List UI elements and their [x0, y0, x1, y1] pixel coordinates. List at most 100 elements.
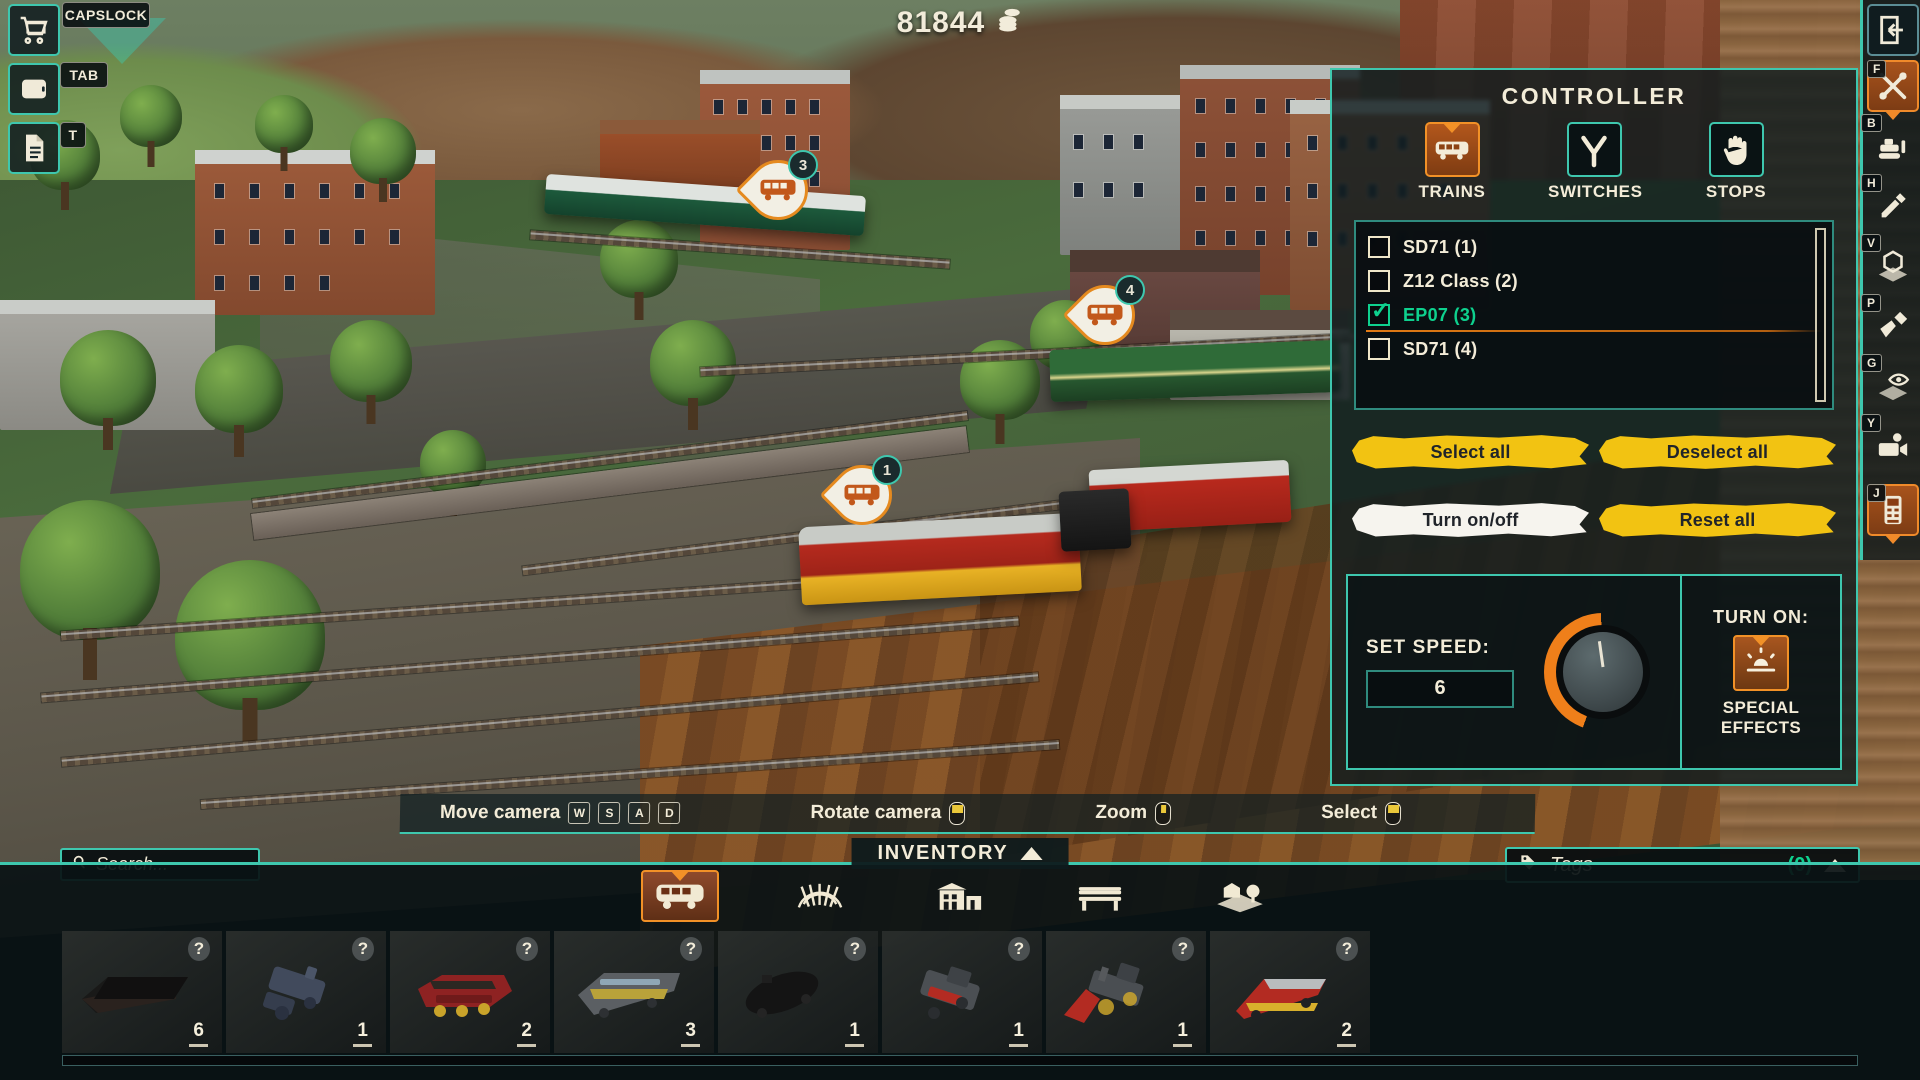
exit-door-icon[interactable] — [1867, 4, 1919, 56]
item-count: 6 — [189, 1020, 208, 1047]
unknown-badge[interactable]: ? — [352, 937, 374, 961]
money-counter: 81844 — [0, 6, 1920, 40]
unknown-badge[interactable]: ? — [680, 937, 702, 961]
caret-up-icon[interactable] — [1020, 847, 1043, 860]
sunburst-icon[interactable] — [1733, 634, 1789, 691]
inventory-slot[interactable]: ? 1 — [226, 931, 386, 1053]
train-list-item[interactable]: SD71 (1) — [1366, 230, 1822, 264]
train-marker-4[interactable]: 4 — [1062, 272, 1148, 365]
tab-trains[interactable]: TRAINS — [1406, 122, 1498, 202]
select-all-button[interactable]: Select all — [1352, 432, 1589, 472]
key-hint: H — [1861, 174, 1882, 192]
speed-section[interactable]: SET SPEED: 6 — [1346, 574, 1682, 770]
tools-wrench-screwdriver-icon[interactable]: F — [1867, 60, 1919, 112]
inventory-slot[interactable]: ? 1 — [1046, 931, 1206, 1053]
key-hint: J — [1867, 484, 1886, 502]
train-label: Z12 Class (2) — [1403, 270, 1518, 291]
controller-actions[interactable]: Select all Deselect all Turn on/off Rese… — [1352, 432, 1836, 540]
controller-tabs[interactable]: TRAINS SWITCHES STOPS — [1332, 116, 1856, 206]
train-list-item[interactable]: EP07 (3) — [1366, 298, 1822, 332]
eyedropper-icon[interactable]: H — [1861, 174, 1920, 236]
inventory-panel[interactable]: INVENTORY ? 6 ? 1 ? 2 ? 3 ? 1 ? 1 ? 1 ? … — [0, 838, 1920, 1080]
unknown-badge[interactable]: ? — [1172, 937, 1194, 961]
marker-number: 3 — [788, 150, 818, 180]
tab-switches[interactable]: SWITCHES — [1548, 122, 1642, 202]
train-marker-3[interactable]: 3 — [735, 147, 821, 240]
speed-knob[interactable] — [1544, 613, 1662, 731]
roof — [0, 300, 215, 314]
train-black-hopper-car[interactable] — [1058, 488, 1132, 552]
inventory-slot[interactable]: ? 6 — [62, 931, 222, 1053]
inventory-category-trains[interactable] — [641, 870, 719, 922]
inventory-slot[interactable]: ? 2 — [390, 931, 550, 1053]
bulldozer-icon[interactable]: B — [1861, 114, 1920, 176]
marker-number: 4 — [1115, 275, 1145, 305]
train-icon — [758, 174, 798, 202]
checkbox[interactable] — [1368, 338, 1390, 360]
roof — [700, 70, 850, 84]
unknown-badge[interactable]: ? — [1008, 937, 1030, 961]
speed-input[interactable]: 6 — [1366, 669, 1514, 708]
tree — [600, 220, 678, 320]
inventory-category-landscape[interactable] — [1201, 870, 1279, 922]
inventory-scrollbar[interactable] — [62, 1055, 1858, 1066]
tree — [20, 500, 160, 680]
train-icon — [1085, 299, 1125, 327]
tree — [195, 345, 283, 457]
inventory-slot[interactable]: ? 2 — [1210, 931, 1370, 1053]
special-effects-label: SPECIAL EFFECTS — [1720, 697, 1802, 737]
remote-controller-icon[interactable]: J — [1867, 484, 1919, 536]
checkbox[interactable] — [1368, 299, 1390, 326]
inventory-category-tracks[interactable] — [781, 870, 859, 922]
inventory-slot[interactable]: ? 3 — [554, 931, 714, 1053]
knob-dial[interactable] — [1556, 625, 1650, 719]
turn-on-off-button[interactable]: Turn on/off — [1352, 500, 1589, 540]
special-effects-section[interactable]: TURN ON: SPECIAL EFFECTS — [1682, 574, 1842, 770]
document-icon[interactable] — [8, 122, 60, 174]
unknown-badge[interactable]: ? — [844, 937, 866, 961]
inventory-slot[interactable]: ? 1 — [718, 931, 878, 1053]
grid-eye-icon[interactable]: G — [1861, 354, 1920, 416]
tree — [255, 95, 313, 171]
item-count: 1 — [353, 1020, 372, 1047]
controller-panel[interactable]: CONTROLLER TRAINS SWITCHES STOPS SD71 (1… — [1330, 68, 1858, 786]
unknown-badge[interactable]: ? — [1336, 937, 1358, 961]
deselect-all-button[interactable]: Deselect all — [1599, 432, 1836, 472]
unknown-badge[interactable]: ? — [516, 937, 538, 961]
checkbox[interactable] — [1368, 236, 1390, 258]
paintbrush-icon[interactable]: P — [1861, 294, 1920, 356]
list-scrollbar[interactable] — [1815, 228, 1826, 402]
item-thumbnail — [400, 955, 530, 1031]
train-label: EP07 (3) — [1403, 304, 1477, 325]
item-count: 3 — [681, 1020, 700, 1047]
marker-number: 1 — [872, 455, 902, 485]
track-switch-icon — [1566, 122, 1622, 177]
tab-stops[interactable]: STOPS — [1690, 122, 1782, 202]
inventory-toggle[interactable]: INVENTORY — [851, 838, 1069, 869]
building-civic-grey[interactable] — [1060, 95, 1180, 255]
hint-rotate-camera: Rotate camera — [810, 801, 966, 825]
inventory-categories[interactable] — [0, 867, 1920, 925]
unknown-badge[interactable]: ? — [188, 937, 210, 961]
key-hint: F — [1867, 60, 1887, 78]
key-s: S — [598, 802, 621, 824]
hint-label: Rotate camera — [810, 802, 942, 823]
inventory-slot[interactable]: ? 1 — [882, 931, 1042, 1053]
checkbox[interactable] — [1368, 270, 1390, 292]
inventory-slots[interactable]: ? 6 ? 1 ? 2 ? 3 ? 1 ? 1 ? 1 ? 2 — [62, 931, 1858, 1053]
train-list-item[interactable]: Z12 Class (2) — [1366, 264, 1822, 298]
reset-all-button[interactable]: Reset all — [1599, 500, 1836, 540]
mouse-left-icon — [1384, 801, 1402, 825]
tree — [60, 330, 156, 450]
inventory-category-buildings[interactable] — [921, 870, 999, 922]
item-thumbnail — [892, 955, 1022, 1031]
tablet-icon[interactable] — [8, 63, 60, 115]
train-marker-1[interactable]: 1 — [819, 452, 905, 545]
train-list-item[interactable]: SD71 (4) — [1366, 332, 1822, 366]
terrain-cube-icon[interactable]: V — [1861, 234, 1920, 296]
right-tool-rail[interactable]: F B H V P G Y J — [1860, 0, 1920, 560]
tree — [120, 85, 182, 167]
inventory-category-props[interactable] — [1061, 870, 1139, 922]
video-camera-icon[interactable]: Y — [1861, 414, 1920, 476]
train-list[interactable]: SD71 (1) Z12 Class (2) EP07 (3) SD71 (4) — [1354, 220, 1834, 410]
